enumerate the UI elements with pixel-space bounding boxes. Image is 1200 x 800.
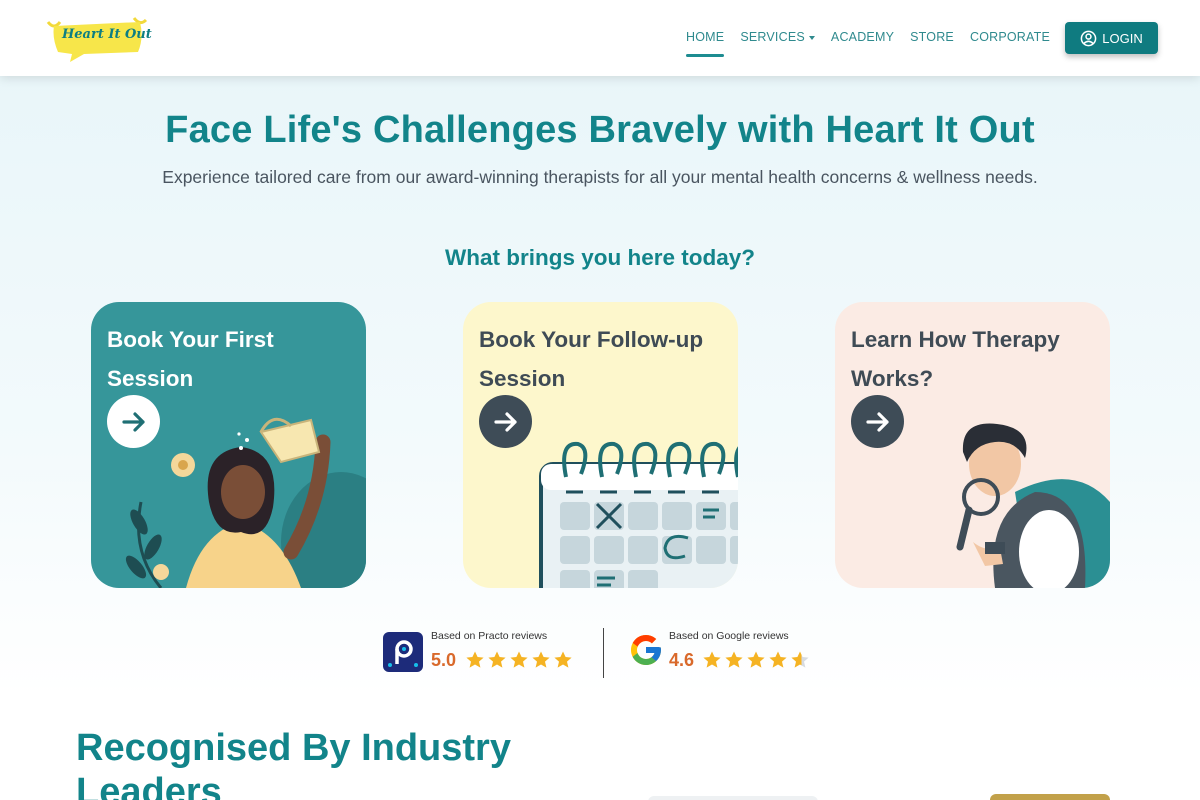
card-title-line2: Works? xyxy=(851,366,934,391)
nav-services-label: SERVICES xyxy=(740,30,805,44)
card-arrow-button[interactable] xyxy=(851,395,904,448)
chevron-down-icon xyxy=(808,35,815,40)
card-title-line1: Book Your First xyxy=(107,327,274,352)
logo-text: Heart It Out xyxy=(62,27,152,42)
practo-icon xyxy=(383,632,423,672)
card-title-line1: Book Your Follow-up xyxy=(479,327,704,352)
login-label: LOGIN xyxy=(1102,30,1143,46)
recognition-card-edge xyxy=(648,796,818,800)
nav-services[interactable]: SERVICES xyxy=(740,30,815,44)
award-badge-edge xyxy=(990,794,1110,800)
star-icon xyxy=(791,651,809,668)
brand-logo[interactable]: Heart It Out xyxy=(44,14,152,64)
hero-question: What brings you here today? xyxy=(444,245,756,270)
review-divider xyxy=(603,628,604,678)
recognised-line1: Recognised By Industry xyxy=(76,727,511,769)
card-arrow-button[interactable] xyxy=(479,395,532,448)
star-icon xyxy=(769,651,787,668)
arrow-right-icon xyxy=(493,411,517,432)
card-book-followup-session[interactable]: Book Your Follow-up Session xyxy=(463,302,738,588)
main-nav: HOME SERVICES ACADEMY STORE CORPORATE xyxy=(686,30,1050,57)
hero-section: Face Life's Challenges Bravely with Hear… xyxy=(0,76,1200,696)
arrow-right-icon xyxy=(121,411,145,432)
star-icon xyxy=(466,651,484,668)
arrow-right-icon xyxy=(865,411,889,432)
practo-review[interactable]: Based on Practo reviews 5.0 xyxy=(383,628,593,678)
star-icon xyxy=(510,651,528,668)
review-caption: Based on Google reviews xyxy=(669,630,789,642)
star-icon xyxy=(532,651,550,668)
user-circle-icon xyxy=(1080,30,1097,46)
card-title-line2: Session xyxy=(479,366,566,391)
google-review[interactable]: Based on Google reviews 4.6 xyxy=(628,628,828,678)
card-title-line1: Learn How Therapy xyxy=(851,327,1060,352)
review-caption: Based on Practo reviews xyxy=(431,630,548,642)
star-icon xyxy=(747,651,765,668)
card-title-line2: Session xyxy=(107,366,194,391)
card-title: Learn How Therapy Works? xyxy=(851,320,1096,398)
card-arrow-button[interactable] xyxy=(107,395,160,448)
rating-stars xyxy=(465,650,573,670)
nav-store[interactable]: STORE xyxy=(910,30,954,44)
login-button[interactable]: LOGIN xyxy=(1065,22,1158,54)
google-icon xyxy=(628,632,668,672)
card-learn-therapy[interactable]: Learn How Therapy Works? xyxy=(835,302,1110,588)
card-title: Book Your Follow-up Session xyxy=(479,320,724,398)
recognised-heading: Recognised By Industry Leaders xyxy=(76,726,576,800)
hero-title: Face Life's Challenges Bravely with Hear… xyxy=(165,109,1035,151)
hero-subtitle: Experience tailored care from our award-… xyxy=(162,167,1038,187)
nav-corporate[interactable]: CORPORATE xyxy=(970,30,1050,44)
reviews-strip: Based on Practo reviews 5.0 Based on Goo… xyxy=(0,628,1200,678)
review-score: 4.6 xyxy=(669,650,695,670)
star-icon xyxy=(725,651,743,668)
card-title: Book Your First Session xyxy=(107,320,352,398)
nav-home[interactable]: HOME xyxy=(686,30,725,57)
navbar: Heart It Out HOME SERVICES ACADEMY STORE… xyxy=(0,0,1200,76)
review-score: 5.0 xyxy=(431,650,457,670)
card-book-first-session[interactable]: Book Your First Session xyxy=(91,302,366,588)
recognised-line2: Leaders xyxy=(76,771,222,800)
rating-stars xyxy=(702,650,810,670)
star-icon xyxy=(554,651,572,668)
star-icon xyxy=(488,651,506,668)
nav-academy[interactable]: ACADEMY xyxy=(831,30,894,44)
star-icon xyxy=(703,651,721,668)
